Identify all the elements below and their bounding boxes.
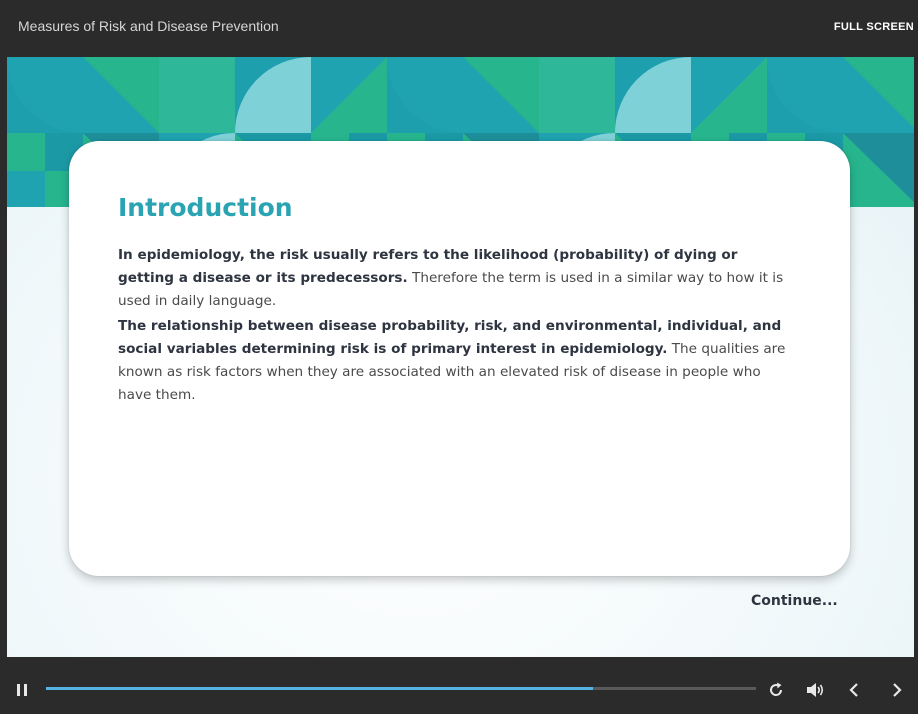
paragraph-1: In epidemiology, the risk usually refers… xyxy=(118,244,798,313)
pause-icon[interactable] xyxy=(14,683,30,697)
progress-fill xyxy=(46,687,593,690)
replay-icon[interactable] xyxy=(767,681,785,699)
player-controls xyxy=(0,657,918,714)
slide-area: Introduction In epidemiology, the risk u… xyxy=(7,57,914,657)
content-card: Introduction In epidemiology, the risk u… xyxy=(69,141,850,576)
progress-bar[interactable] xyxy=(46,687,756,690)
chevron-right-icon[interactable] xyxy=(888,681,906,699)
continue-button[interactable]: Continue... xyxy=(751,593,838,609)
chevron-left-icon[interactable] xyxy=(845,681,863,699)
volume-icon[interactable] xyxy=(805,681,825,699)
top-bar: Measures of Risk and Disease Prevention … xyxy=(0,0,918,57)
paragraph-2: The relationship between disease probabi… xyxy=(118,315,798,407)
fullscreen-button[interactable]: FULL SCREEN xyxy=(834,21,914,33)
course-title: Measures of Risk and Disease Prevention xyxy=(18,18,279,34)
slide-title: Introduction xyxy=(118,193,293,222)
